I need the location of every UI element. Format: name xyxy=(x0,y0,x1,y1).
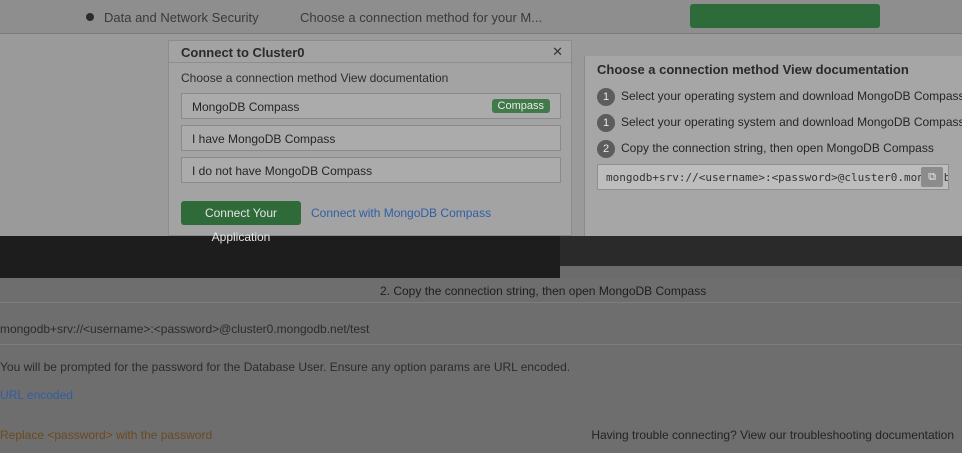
option-badge: Compass xyxy=(491,99,550,113)
option-label: MongoDB Compass xyxy=(192,100,300,114)
troubleshooting-link[interactable]: Having trouble connecting? View our trou… xyxy=(591,428,954,442)
step-number: 1 xyxy=(597,114,615,132)
dialog-subtitle: Choose a connection method View document… xyxy=(181,71,449,85)
breadcrumb-active-step xyxy=(690,4,880,28)
step-1: 1 Select your operating system and downlo… xyxy=(597,88,962,106)
instructions-panel: Choose a connection method View document… xyxy=(584,56,962,236)
dialog-title: Connect to Cluster0 xyxy=(181,45,305,60)
step-number: 2 xyxy=(597,140,615,158)
connection-string-text: mongodb+srv://<username>:<password>@clus… xyxy=(0,322,370,336)
panel-title: Choose a connection method View document… xyxy=(597,62,909,77)
url-encoded-link[interactable]: URL encoded xyxy=(0,388,73,402)
step-2: 1 Select your operating system and downlo… xyxy=(597,114,962,132)
connect-dialog: Connect to Cluster0 ✕ Choose a connectio… xyxy=(168,40,573,244)
step-text: Copy the connection string, then open Mo… xyxy=(621,141,934,155)
step-number: 1 xyxy=(597,88,615,106)
copy-icon[interactable]: ⧉ xyxy=(921,167,943,187)
breadcrumb-dot-icon xyxy=(86,13,94,21)
background-dark-strip-right xyxy=(560,236,962,266)
connect-application-button[interactable]: Connect Your Application xyxy=(181,201,301,244)
replace-password-note: Replace <password> with the password xyxy=(0,428,213,442)
divider xyxy=(0,344,962,345)
bottom-step-title: 2. Copy the connection string, then open… xyxy=(380,284,707,298)
breadcrumb-item-security[interactable]: Data and Network Security xyxy=(104,10,259,25)
option-label: I have MongoDB Compass xyxy=(192,132,336,146)
dialog-header: Connect to Cluster0 ✕ xyxy=(169,41,573,63)
connect-compass-link[interactable]: Connect with MongoDB Compass xyxy=(311,206,491,220)
option-no-compass[interactable]: I do not have MongoDB Compass xyxy=(181,157,561,183)
connection-string-field[interactable]: mongodb+srv://<username>:<password>@clus… xyxy=(597,164,949,190)
password-note: You will be prompted for the password fo… xyxy=(0,360,571,374)
background-dark-strip xyxy=(0,236,560,278)
divider xyxy=(0,302,962,303)
option-have-compass[interactable]: I have MongoDB Compass xyxy=(181,125,561,151)
breadcrumb-item-connection[interactable]: Choose a connection method for your M... xyxy=(300,10,542,25)
step-text: Select your operating system and downloa… xyxy=(621,89,962,103)
step-text: Select your operating system and downloa… xyxy=(621,115,962,129)
option-label: I do not have MongoDB Compass xyxy=(192,164,373,178)
close-icon[interactable]: ✕ xyxy=(552,44,563,60)
option-mongodb-compass[interactable]: MongoDB Compass Compass xyxy=(181,93,561,119)
breadcrumb: Data and Network Security Choose a conne… xyxy=(0,0,962,34)
step-3: 2 Copy the connection string, then open M… xyxy=(597,140,934,158)
